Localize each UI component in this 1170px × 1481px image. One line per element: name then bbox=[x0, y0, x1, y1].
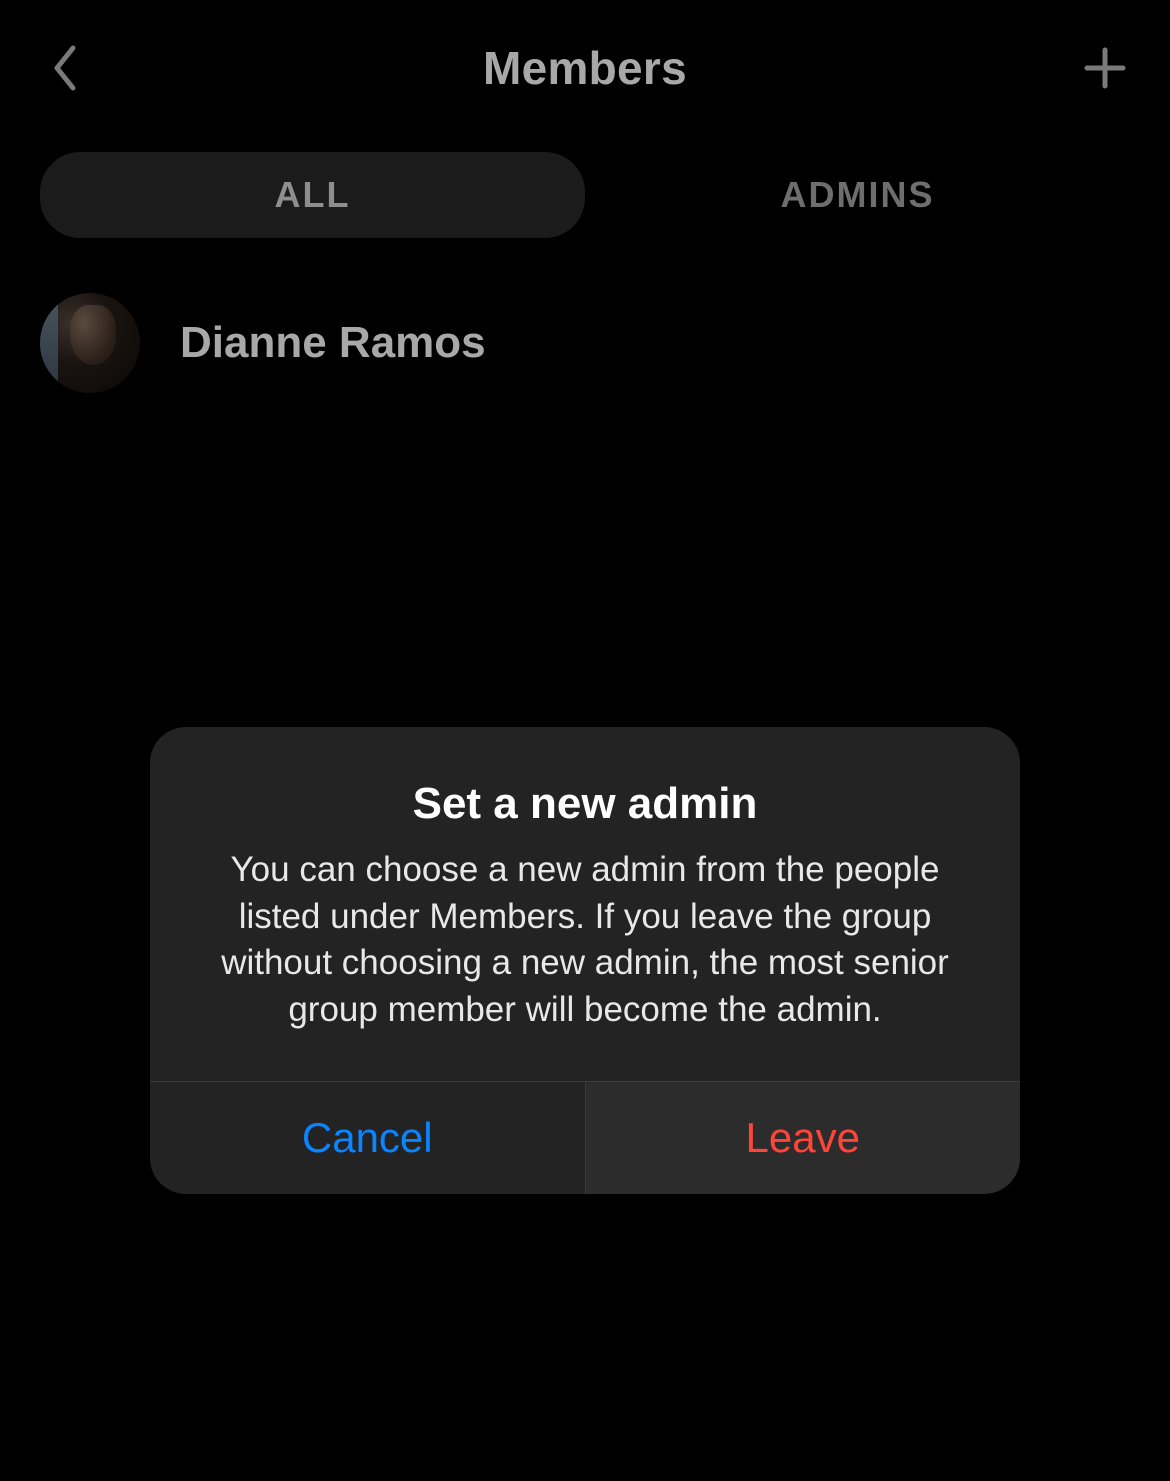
leave-button[interactable]: Leave bbox=[586, 1082, 1021, 1194]
dialog-title: Set a new admin bbox=[198, 779, 972, 829]
cancel-button[interactable]: Cancel bbox=[150, 1082, 586, 1194]
dialog-overlay: Set a new admin You can choose a new adm… bbox=[0, 0, 1170, 1481]
dialog-content: Set a new admin You can choose a new adm… bbox=[150, 727, 1020, 1081]
set-admin-dialog: Set a new admin You can choose a new adm… bbox=[150, 727, 1020, 1194]
dialog-actions: Cancel Leave bbox=[150, 1081, 1020, 1194]
dialog-body: You can choose a new admin from the peop… bbox=[198, 847, 972, 1033]
